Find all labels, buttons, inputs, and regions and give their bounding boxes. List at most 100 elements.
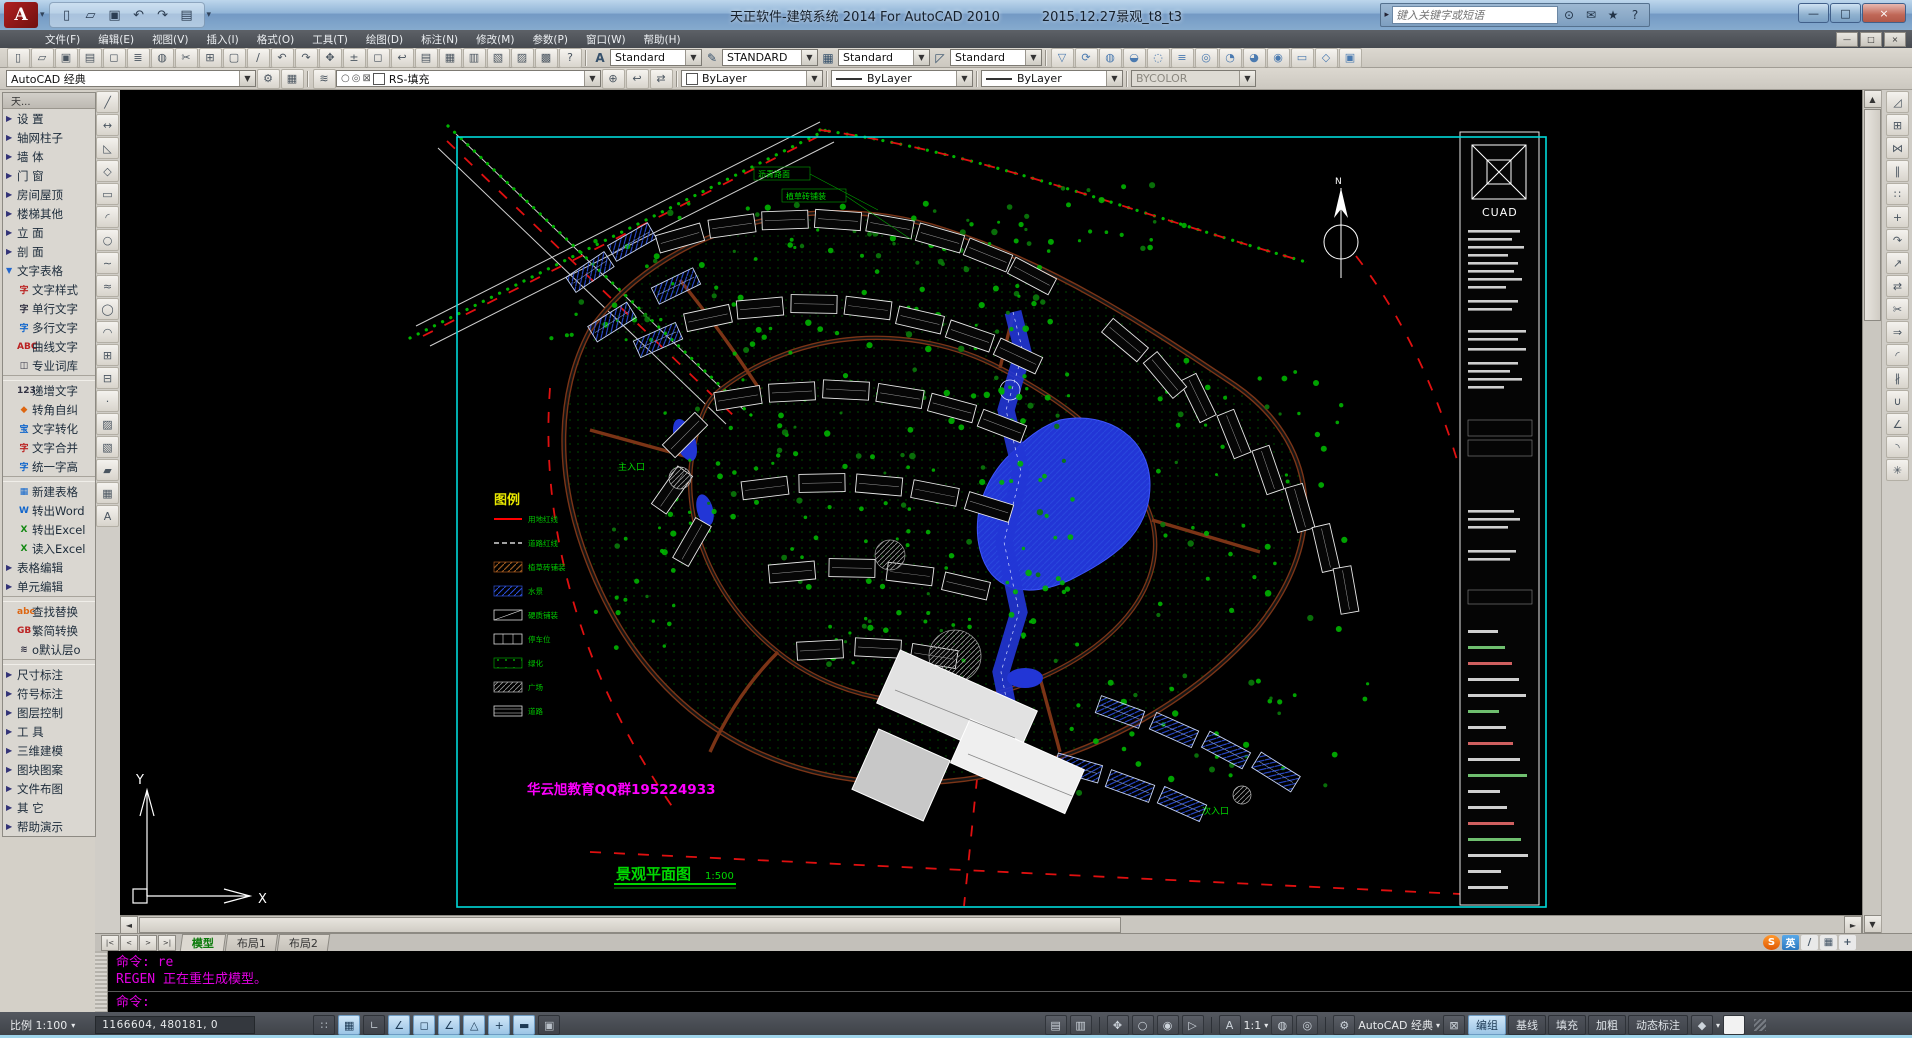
menu-item[interactable]: 窗口(W) bbox=[577, 30, 635, 48]
rotate-icon[interactable]: ↷ bbox=[1886, 229, 1909, 251]
redo-icon[interactable]: ↷ bbox=[152, 6, 174, 25]
menu-item[interactable]: 修改(M) bbox=[467, 30, 523, 48]
qp-toggle[interactable]: ▣ bbox=[538, 1015, 560, 1035]
annotation-scale-control[interactable]: 1:1▾ bbox=[1244, 1019, 1269, 1032]
scale-control[interactable]: 比例 1:100▾ bbox=[6, 1017, 79, 1033]
extend-icon[interactable]: ⇒ bbox=[1886, 321, 1909, 343]
layout-space-button[interactable]: ▥ bbox=[1070, 1015, 1092, 1035]
render-region-icon[interactable]: ▭ bbox=[1291, 48, 1314, 68]
panel-menu-item[interactable]: 三维建模 bbox=[3, 741, 95, 760]
zoom-previous-icon[interactable]: ↩ bbox=[391, 48, 414, 68]
render-icon[interactable]: ▣ bbox=[1339, 48, 1362, 68]
mdi-close-button[interactable]: × bbox=[1884, 32, 1906, 47]
arc-icon[interactable]: ◜ bbox=[96, 206, 119, 228]
layout-tab[interactable]: 模型 bbox=[180, 934, 226, 951]
panel-menu-item[interactable]: ▦ 新建表格 bbox=[3, 482, 95, 501]
circle-icon[interactable]: ○ bbox=[96, 229, 119, 251]
paste-icon[interactable]: ▢ bbox=[223, 48, 246, 68]
panel-menu-item[interactable]: ◆ 转角自纠 bbox=[3, 400, 95, 419]
search-expand-icon[interactable]: ▸ bbox=[1384, 10, 1389, 20]
mtext-icon[interactable]: A bbox=[96, 505, 119, 527]
status-text-button[interactable]: 填充 bbox=[1548, 1015, 1586, 1035]
panel-menu-item[interactable]: 字 文字合并 bbox=[3, 438, 95, 457]
chevron-down-icon[interactable]: ▼ bbox=[1025, 50, 1041, 65]
coordinates-readout[interactable]: 1166604, 480181, 0 bbox=[95, 1016, 255, 1034]
geographic-location-icon[interactable]: ◉ bbox=[1267, 48, 1290, 68]
open-icon[interactable]: ▱ bbox=[31, 48, 54, 68]
tab-nav-button[interactable]: |< bbox=[101, 935, 119, 951]
color-combo[interactable]: ByLayer▼ bbox=[681, 70, 823, 87]
annotation-visibility-button[interactable]: ◍ bbox=[1271, 1015, 1293, 1035]
otrack-toggle[interactable]: ∠ bbox=[438, 1015, 460, 1035]
undo-icon[interactable]: ↶ bbox=[128, 6, 150, 25]
revision-cloud-icon[interactable]: ∼ bbox=[96, 252, 119, 274]
tool-palettes-icon[interactable]: ▥ bbox=[463, 48, 486, 68]
drawing-canvas[interactable]: 图例 用地红线 道路红线 植草砖铺装 水景 硬质铺装 停车位 绿化 广场 道路 … bbox=[120, 90, 1862, 915]
layer-previous-icon[interactable]: ↩ bbox=[626, 69, 649, 89]
panel-menu-item[interactable]: 剖 面 bbox=[3, 242, 95, 261]
close-button[interactable]: × bbox=[1862, 3, 1906, 23]
chevron-down-icon[interactable]: ▼ bbox=[956, 71, 972, 86]
zoom-window-icon[interactable]: ◻ bbox=[367, 48, 390, 68]
point-light-icon[interactable]: ◍ bbox=[1099, 48, 1122, 68]
status-text-button[interactable]: 基线 bbox=[1508, 1015, 1546, 1035]
scroll-left-icon[interactable]: ◄ bbox=[120, 916, 138, 934]
spline-icon[interactable]: ≈ bbox=[96, 275, 119, 297]
construction-line-icon[interactable]: ↔ bbox=[96, 114, 119, 136]
panel-menu-item[interactable]: 房间屋顶 bbox=[3, 185, 95, 204]
lock-icon[interactable]: ⊠ bbox=[362, 73, 370, 84]
layout-tab[interactable]: 布局2 bbox=[277, 934, 330, 951]
light-list-icon[interactable]: ≡ bbox=[1171, 48, 1194, 68]
show-motion-button[interactable]: ▷ bbox=[1182, 1015, 1204, 1035]
panel-menu-item[interactable]: 轴网柱子 bbox=[3, 128, 95, 147]
panel-menu-item[interactable]: 图块图案 bbox=[3, 760, 95, 779]
clean-screen-button[interactable] bbox=[1723, 1015, 1745, 1035]
redo-icon[interactable]: ↷ bbox=[295, 48, 318, 68]
chevron-down-icon[interactable]: ▼ bbox=[806, 71, 822, 86]
panel-menu-item[interactable]: 符号标注 bbox=[3, 684, 95, 703]
menu-item[interactable]: 文件(F) bbox=[36, 30, 89, 48]
menu-item[interactable]: 标注(N) bbox=[412, 30, 467, 48]
panel-menu-item[interactable]: 单元编辑 bbox=[3, 577, 95, 596]
make-object-layer-current-icon[interactable]: ⊕ bbox=[602, 69, 625, 89]
layer-states-icon[interactable]: ⇄ bbox=[650, 69, 673, 89]
open-icon[interactable]: ▱ bbox=[80, 6, 102, 25]
render-environment-icon[interactable]: ◇ bbox=[1315, 48, 1338, 68]
ime-lang-icon[interactable]: 英 bbox=[1782, 935, 1799, 950]
zoom-button[interactable]: ○ bbox=[1132, 1015, 1154, 1035]
sun-status-icon[interactable]: ◎ bbox=[1195, 48, 1218, 68]
pan-icon[interactable]: ✥ bbox=[319, 48, 342, 68]
menu-item[interactable]: 视图(V) bbox=[143, 30, 197, 48]
gradient-icon[interactable]: ▧ bbox=[96, 436, 119, 458]
annotation-scale-icon[interactable]: A bbox=[1219, 1015, 1241, 1035]
erase-icon[interactable]: ◿ bbox=[1886, 91, 1909, 113]
panel-menu-item[interactable]: 帮助演示 bbox=[3, 817, 95, 836]
panel-menu-item[interactable]: 工 具 bbox=[3, 722, 95, 741]
chevron-down-icon[interactable]: ▼ bbox=[1106, 71, 1122, 86]
sky-background-icon[interactable]: ◕ bbox=[1243, 48, 1266, 68]
hide-icon[interactable]: ▽ bbox=[1051, 48, 1074, 68]
rectangle-icon[interactable]: ▭ bbox=[96, 183, 119, 205]
markup-icon[interactable]: ▨ bbox=[511, 48, 534, 68]
panel-menu-item[interactable]: 字 文字样式 bbox=[3, 280, 95, 299]
plot-preview-icon[interactable]: ◻ bbox=[103, 48, 126, 68]
menu-item[interactable]: 编辑(E) bbox=[89, 30, 143, 48]
save-icon[interactable]: ▣ bbox=[104, 6, 126, 25]
plot-icon[interactable]: ▤ bbox=[79, 48, 102, 68]
table-icon[interactable]: ▦ bbox=[96, 482, 119, 504]
dim-style-combo[interactable]: STANDARD▼ bbox=[722, 49, 818, 66]
cut-icon[interactable]: ✂ bbox=[175, 48, 198, 68]
ellipse-arc-icon[interactable]: ◠ bbox=[96, 321, 119, 343]
horizontal-scrollbar[interactable]: ◄ ► bbox=[120, 915, 1862, 934]
status-text-button[interactable]: 动态标注 bbox=[1628, 1015, 1688, 1035]
mleader-style-combo[interactable]: Standard▼ bbox=[950, 49, 1042, 66]
panel-menu-item[interactable]: abc 查找替换 bbox=[3, 602, 95, 621]
break-at-point-icon[interactable]: ◜ bbox=[1886, 344, 1909, 366]
panel-menu-item[interactable]: 字 统一字高 bbox=[3, 457, 95, 476]
hatch-icon[interactable]: ▨ bbox=[96, 413, 119, 435]
break-icon[interactable]: ∦ bbox=[1886, 367, 1909, 389]
chevron-down-icon[interactable]: ▼ bbox=[913, 50, 929, 65]
favorites-star-icon[interactable]: ★ bbox=[1602, 6, 1624, 24]
sheet-set-icon[interactable]: ▧ bbox=[487, 48, 510, 68]
panel-menu-item[interactable]: GB 繁简转换 bbox=[3, 621, 95, 640]
